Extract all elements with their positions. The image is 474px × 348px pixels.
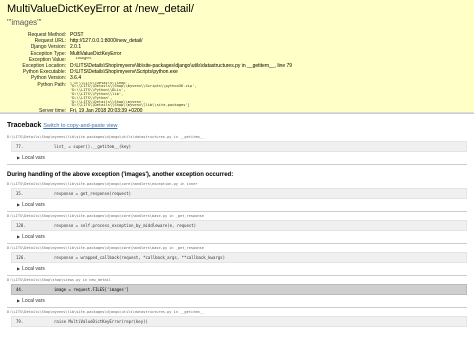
switch-copy-paste-link[interactable]: Switch to copy-and-paste view [43,123,117,129]
triangle-right-icon: ▶ [17,155,21,160]
request-meta-table: Request Method: POST Request URL: http://1… [7,32,467,114]
triangle-right-icon: ▶ [17,202,21,207]
during-handling-message: During handling of the above exception (… [7,172,234,178]
triangle-right-icon: ▶ [17,266,21,271]
page-title: MultiValueDictKeyError at /new_detail/ [7,3,194,15]
divider [7,243,467,244]
meta-row-server-time: Server time: Fri, 19 Jan 2018 20:03:39 +0… [39,108,143,115]
local-vars-toggle[interactable]: ▶ Local vars [17,233,467,241]
divider [7,211,467,212]
frame-file-path: D:\LITS\Details\Shop\myvenv\lib\site-pac… [7,135,204,139]
local-vars-toggle[interactable]: ▶ Local vars [17,201,467,209]
frame-code-line[interactable]: 126. response = wrapped_callback(request… [11,252,467,263]
error-summary: MultiValueDictKeyError at /new_detail/ "… [0,0,474,114]
frame-code-line[interactable]: 79. raise MultiValueDictKeyError(repr(ke… [11,316,467,327]
traceback-frame: D:\LITS\Details\Shop\shop\views.py in ne… [7,278,467,305]
traceback-frame: D:\LITS\Details\Shop\myvenv\lib\site-pac… [7,246,467,273]
divider [7,307,467,308]
local-vars-toggle[interactable]: ▶ Local vars [17,297,467,305]
meta-row-python-path: Python Path: ['D:\\LITS\\Details\\Shop',… [7,82,467,109]
python-path-list: ['D:\\LITS\\Details\\Shop', 'D:\\LITS\\D… [70,81,197,108]
frame-file-path: D:\LITS\Details\Shop\myvenv\lib\site-pac… [7,182,198,186]
traceback-heading: Traceback Switch to copy-and-paste view [7,122,118,129]
frame-file-path: D:\LITS\Details\Shop\myvenv\lib\site-pac… [7,246,204,250]
traceback-frame: D:\LITS\Details\Shop\myvenv\lib\site-pac… [7,214,467,241]
traceback-frame: D:\LITS\Details\Shop\myvenv\lib\site-pac… [7,135,467,162]
local-vars-toggle[interactable]: ▶ Local vars [17,265,467,273]
exception-value: "'images'" [7,18,42,27]
frame-file-path: D:\LITS\Details\Shop\myvenv\lib\site-pac… [7,214,204,218]
frame-code-line[interactable]: 128. response = self.process_exception_b… [11,220,467,231]
frame-code-line-highlighted[interactable]: 44. image = request.FILES['images'] [11,284,467,295]
frame-code-line[interactable]: 77. list_ = super().__getitem__(key) [11,141,467,152]
frame-file-path: D:\LITS\Details\Shop\shop\views.py in ne… [7,278,111,282]
traceback-frame: D:\LITS\Details\Shop\myvenv\lib\site-pac… [7,310,467,327]
divider [7,275,467,276]
traceback-frame: D:\LITS\Details\Shop\myvenv\lib\site-pac… [7,182,467,209]
frame-code-line[interactable]: 35. response = get_response(request) [11,188,467,199]
frame-file-path: D:\LITS\Details\Shop\myvenv\lib\site-pac… [7,310,204,314]
triangle-right-icon: ▶ [17,234,21,239]
divider [7,164,467,165]
triangle-right-icon: ▶ [17,298,21,303]
traceback-section: Traceback Switch to copy-and-paste view … [0,113,474,348]
local-vars-toggle[interactable]: ▶ Local vars [17,154,467,162]
